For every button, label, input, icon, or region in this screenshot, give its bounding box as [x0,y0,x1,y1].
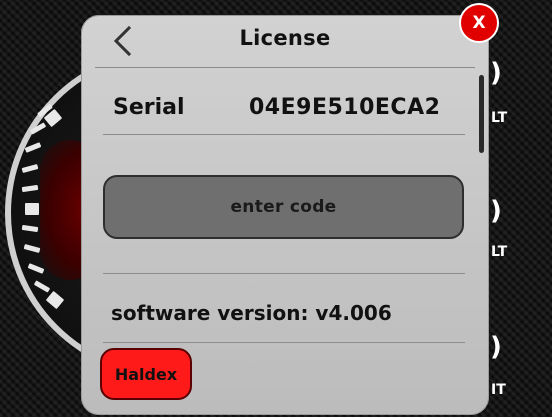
readout-2-unit: LT [491,244,508,260]
divider [103,134,465,135]
readout-3-unit: IT [491,382,506,398]
haldex-button-label: Haldex [114,364,178,384]
haldex-button[interactable]: Haldex [100,348,192,400]
gauge-major-tick [25,203,39,215]
serial-label: Serial [113,95,185,120]
readout-3-value: ) [490,332,502,362]
readout-2-value: ) [490,196,502,226]
scrollbar[interactable] [479,75,484,153]
divider [103,273,465,274]
divider [95,67,475,68]
readout-1-unit: LT [491,110,508,126]
enter-code-label: enter code [230,197,337,217]
dialog-title-bar: License [81,15,489,67]
readout-1-value: ) [490,58,502,88]
divider [103,342,465,343]
enter-code-button[interactable]: enter code [103,175,464,239]
close-icon: X [472,13,486,33]
close-button[interactable]: X [459,3,499,43]
software-version: software version: v4.006 [111,301,392,325]
dialog-title: License [239,26,331,50]
serial-value: 04E9E510ECA2 [249,95,441,120]
license-dialog: License Serial 04E9E510ECA2 enter code s… [81,15,489,415]
